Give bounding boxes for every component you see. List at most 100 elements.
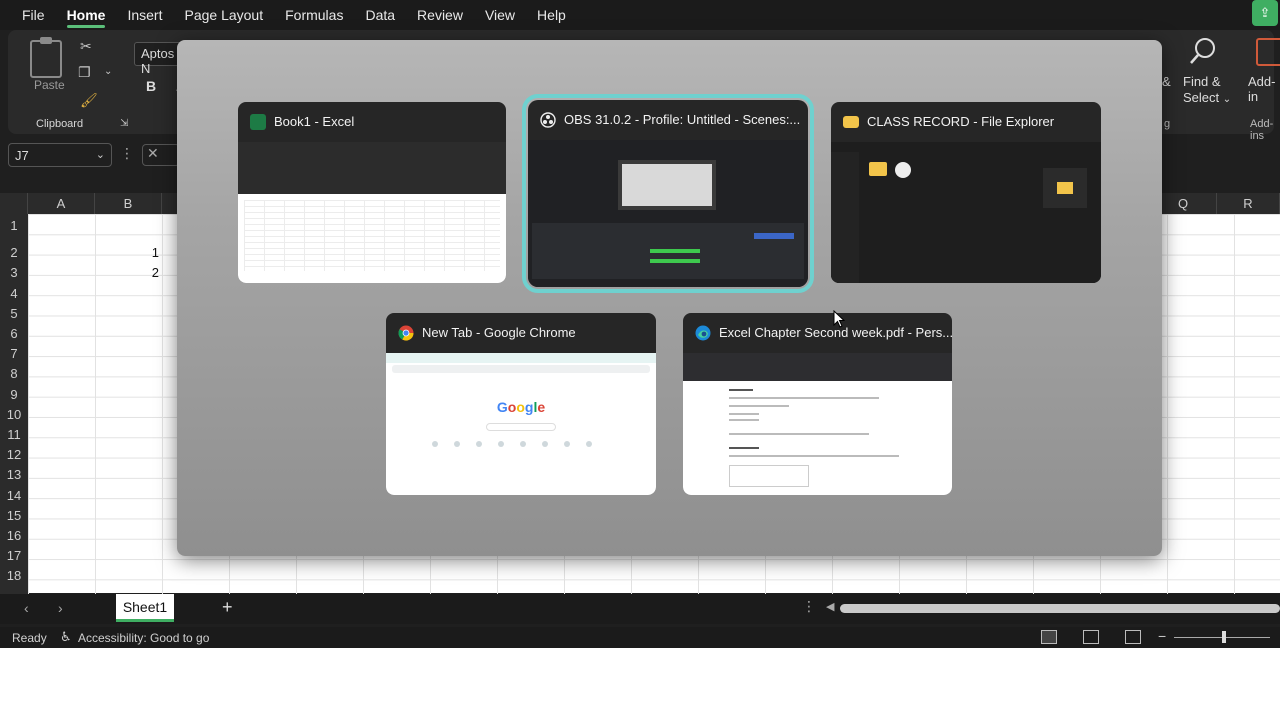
select-all-corner[interactable] bbox=[0, 193, 28, 214]
row-header[interactable]: 2 bbox=[0, 243, 28, 263]
row-header[interactable]: 15 bbox=[0, 506, 28, 526]
thumbnail-text-line bbox=[729, 413, 759, 415]
more-icon[interactable]: ⋮ bbox=[802, 598, 816, 615]
accessibility-status[interactable]: Accessibility: Good to go bbox=[78, 631, 209, 645]
dialog-launcher-icon[interactable]: ⇲ bbox=[120, 118, 128, 129]
find-select-button[interactable]: Find & Select ⌄ bbox=[1183, 74, 1231, 108]
window-card-file-explorer[interactable]: CLASS RECORD - File Explorer bbox=[831, 102, 1101, 283]
row-header[interactable]: 9 bbox=[0, 385, 28, 405]
folder-icon bbox=[869, 162, 887, 176]
task-switcher: Book1 - Excel OBS 31.0.2 - Profile: Unti… bbox=[177, 40, 1162, 556]
thumbnail-image bbox=[729, 465, 809, 487]
paste-label[interactable]: Paste bbox=[34, 78, 65, 92]
menu-review[interactable]: Review bbox=[417, 0, 463, 30]
column-header-r[interactable]: R bbox=[1217, 193, 1280, 214]
name-box-value: J7 bbox=[15, 148, 29, 163]
sort-filter-label[interactable]: & bbox=[1162, 74, 1171, 89]
window-card-header: Book1 - Excel bbox=[238, 102, 506, 142]
row-header[interactable]: 3 bbox=[0, 263, 28, 283]
share-icon[interactable]: ⇪ bbox=[1252, 0, 1278, 26]
window-title: Book1 - Excel bbox=[274, 114, 355, 129]
scroll-left-icon[interactable]: ◀ bbox=[826, 600, 834, 613]
paste-icon[interactable] bbox=[30, 37, 62, 78]
row-header[interactable]: 1 bbox=[0, 216, 28, 236]
name-box[interactable]: J7 ⌄ bbox=[8, 143, 112, 167]
window-card-header: CLASS RECORD - File Explorer bbox=[831, 102, 1101, 142]
row-header[interactable]: 4 bbox=[0, 284, 28, 304]
shortcut-icon bbox=[586, 441, 592, 447]
window-card-edge-pdf[interactable]: Excel Chapter Second week.pdf - Pers... bbox=[683, 313, 952, 495]
chevron-right-icon[interactable]: › bbox=[58, 600, 63, 616]
add-ins-icon[interactable] bbox=[1256, 38, 1280, 66]
page-break-view-icon[interactable] bbox=[1125, 630, 1141, 644]
chevron-left-icon[interactable]: ‹ bbox=[24, 600, 29, 616]
edge-icon bbox=[695, 325, 711, 341]
thumbnail-preview bbox=[618, 160, 716, 210]
thumbnail-sidebar bbox=[831, 152, 859, 283]
menu-formulas[interactable]: Formulas bbox=[285, 0, 343, 30]
thumbnail-tabstrip bbox=[386, 353, 656, 363]
chevron-down-icon[interactable]: ⌄ bbox=[96, 148, 105, 161]
thumbnail-button bbox=[754, 233, 794, 239]
window-card-header: Excel Chapter Second week.pdf - Pers... bbox=[683, 313, 952, 353]
shortcut-icon bbox=[520, 441, 526, 447]
row-header[interactable]: 7 bbox=[0, 344, 28, 364]
excel-icon bbox=[250, 114, 266, 130]
row-header[interactable]: 14 bbox=[0, 486, 28, 506]
menu-insert[interactable]: Insert bbox=[127, 0, 162, 30]
row-header[interactable]: 10 bbox=[0, 405, 28, 425]
chevron-down-icon[interactable]: ⌄ bbox=[104, 66, 112, 77]
sheet-tab[interactable]: Sheet1 bbox=[116, 594, 174, 622]
row-header[interactable]: 5 bbox=[0, 304, 28, 324]
horizontal-scrollbar[interactable] bbox=[840, 604, 1280, 613]
menu-file[interactable]: File bbox=[22, 0, 45, 30]
obs-icon bbox=[540, 112, 556, 128]
thumbnail-toolbar bbox=[683, 353, 952, 381]
bold-button[interactable]: B bbox=[146, 78, 156, 94]
copy-icon[interactable]: ❐ bbox=[78, 64, 91, 81]
menu-view[interactable]: View bbox=[485, 0, 515, 30]
window-card-excel[interactable]: Book1 - Excel bbox=[238, 102, 506, 283]
cell-b2[interactable]: 1 bbox=[99, 245, 159, 260]
shortcut-icon bbox=[542, 441, 548, 447]
row-header[interactable]: 6 bbox=[0, 324, 28, 344]
window-card-chrome[interactable]: New Tab - Google Chrome Google bbox=[386, 313, 656, 495]
window-thumbnail bbox=[528, 140, 808, 287]
zoom-slider-thumb[interactable] bbox=[1222, 631, 1226, 643]
column-header-b[interactable]: B bbox=[95, 193, 162, 214]
window-card-header: New Tab - Google Chrome bbox=[386, 313, 656, 353]
find-label-line1: Find & bbox=[1183, 74, 1221, 89]
thumbnail-heading bbox=[729, 389, 753, 391]
blank-area bbox=[0, 648, 1280, 720]
row-header[interactable]: 11 bbox=[0, 425, 28, 445]
folder-icon bbox=[1043, 168, 1087, 208]
row-header[interactable]: 13 bbox=[0, 465, 28, 485]
accessibility-icon[interactable]: ♿ bbox=[60, 629, 72, 645]
cancel-icon[interactable]: ✕ bbox=[142, 144, 180, 166]
format-painter-icon[interactable]: 🖌 bbox=[80, 92, 98, 109]
cut-icon[interactable]: ✂ bbox=[80, 38, 92, 55]
row-header[interactable]: 18 bbox=[0, 566, 28, 586]
add-sheet-button[interactable]: + bbox=[222, 597, 233, 618]
row-header[interactable]: 12 bbox=[0, 445, 28, 465]
menu-page-layout[interactable]: Page Layout bbox=[184, 0, 263, 30]
row-header[interactable]: 17 bbox=[0, 546, 28, 566]
column-header-a[interactable]: A bbox=[28, 193, 95, 214]
search-icon[interactable] bbox=[1188, 36, 1218, 66]
normal-view-icon[interactable] bbox=[1041, 630, 1057, 644]
clipboard-group-label: Clipboard bbox=[36, 118, 84, 130]
menu-data[interactable]: Data bbox=[365, 0, 395, 30]
window-thumbnail bbox=[238, 142, 506, 283]
shortcut-icon bbox=[454, 441, 460, 447]
row-header[interactable]: 8 bbox=[0, 364, 28, 384]
row-header[interactable]: 16 bbox=[0, 526, 28, 546]
menu-help[interactable]: Help bbox=[537, 0, 566, 30]
menu-home[interactable]: Home bbox=[66, 0, 105, 30]
more-icon[interactable]: ⋮ bbox=[120, 145, 134, 162]
row-headers: 1 2 3 4 5 6 7 8 9 10 11 12 13 14 15 16 1… bbox=[0, 214, 28, 594]
zoom-out-icon[interactable]: − bbox=[1158, 628, 1166, 644]
page-layout-view-icon[interactable] bbox=[1083, 630, 1099, 644]
add-ins-button[interactable]: Add-in bbox=[1248, 74, 1275, 104]
cell-b3[interactable]: 2 bbox=[99, 265, 159, 280]
window-card-obs[interactable]: OBS 31.0.2 - Profile: Untitled - Scenes:… bbox=[522, 94, 814, 293]
